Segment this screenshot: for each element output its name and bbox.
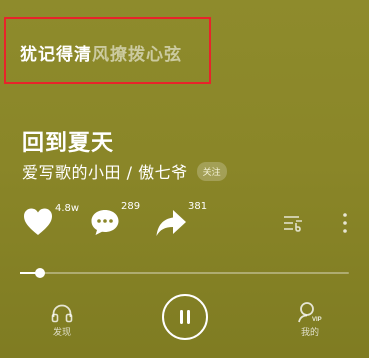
pause-icon <box>180 310 190 324</box>
heart-icon <box>24 208 52 235</box>
progress-thumb[interactable] <box>34 268 45 278</box>
artist-row: 爱写歌的小田 / 傲七爷 关注 <box>22 159 227 183</box>
progress-bar[interactable] <box>20 268 349 278</box>
lyric-sung-part: 犹记得清 <box>20 45 92 65</box>
follow-button[interactable]: 关注 <box>196 161 227 181</box>
comment-icon <box>91 210 119 235</box>
vip-badge: VIP <box>312 317 322 323</box>
share-count: 381 <box>188 201 208 212</box>
lyric-unsung-part: 风撩拨心弦 <box>92 45 182 65</box>
nav-mine-label: 我的 <box>300 328 319 338</box>
comment-button[interactable] <box>90 208 120 236</box>
headphones-icon <box>51 304 73 323</box>
song-title: 回到夏天 <box>22 131 115 156</box>
artist-name[interactable]: 爱写歌的小田 / 傲七爷 <box>22 159 188 183</box>
like-count: 4.8w <box>55 203 80 214</box>
more-icon <box>343 213 347 233</box>
more-button[interactable] <box>342 212 348 234</box>
playlist-icon <box>284 216 302 232</box>
current-lyric-line: 犹记得清风撩拨心弦 <box>20 40 182 65</box>
share-button[interactable] <box>155 208 187 238</box>
nav-discover[interactable]: 发现 <box>42 303 82 338</box>
nav-discover-label: 发现 <box>52 328 71 338</box>
comment-count: 289 <box>121 201 141 212</box>
like-button[interactable] <box>22 207 54 237</box>
nav-mine[interactable]: VIP 我的 <box>290 301 330 338</box>
pause-button[interactable] <box>162 294 208 340</box>
user-vip-icon: VIP <box>298 302 322 323</box>
share-icon <box>156 210 186 236</box>
playlist-button[interactable] <box>283 214 303 232</box>
